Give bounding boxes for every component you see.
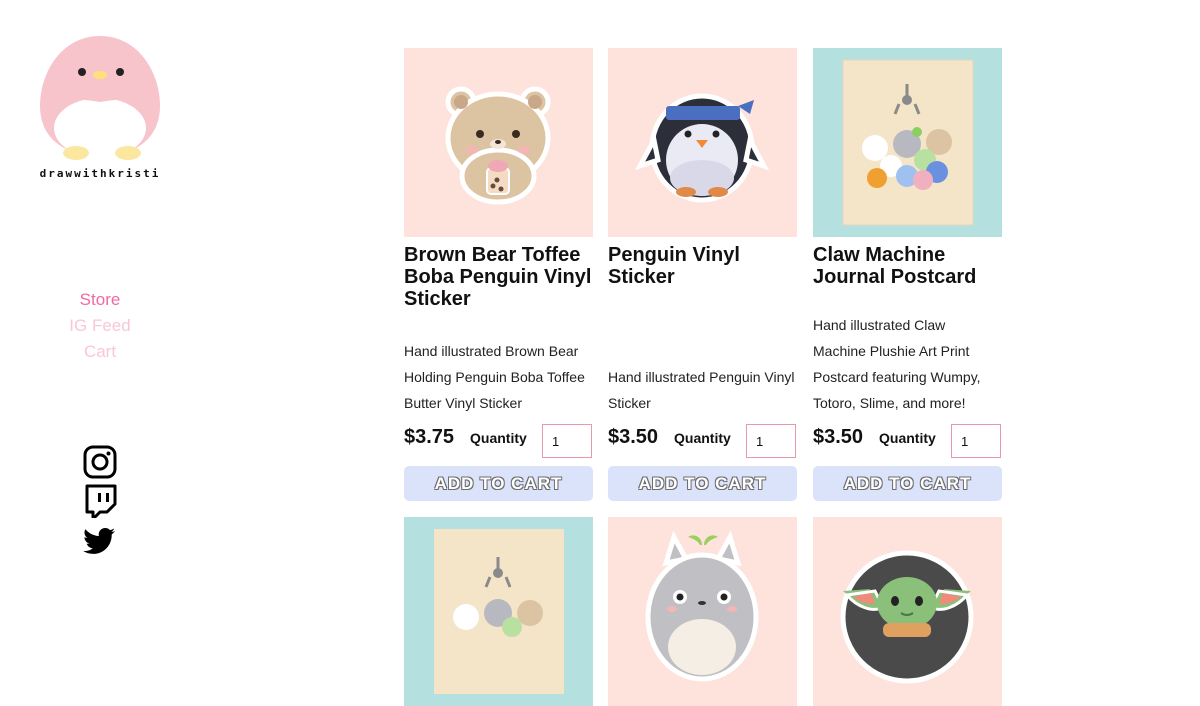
product-image[interactable] <box>813 517 1002 706</box>
quantity-label: Quantity <box>470 430 527 446</box>
baby-yoda-sticker-icon <box>840 550 974 684</box>
product-card <box>404 517 593 706</box>
brand-logo-text: drawwithkristi <box>39 167 161 180</box>
quantity-input[interactable] <box>746 424 796 458</box>
product-price: $3.75 <box>404 426 455 448</box>
nav-item-ig-feed[interactable]: IG Feed <box>40 313 160 339</box>
product-description: Hand illustrated Claw Machine Plushie Ar… <box>813 317 981 411</box>
brand-logo[interactable]: drawwithkristi <box>36 34 164 184</box>
product-image[interactable] <box>608 48 797 237</box>
product-description: Hand illustrated Penguin Vinyl Sticker <box>608 369 795 411</box>
product-card <box>813 517 1002 706</box>
product-image[interactable] <box>813 48 1002 237</box>
quantity-input[interactable] <box>542 424 592 458</box>
product-description: Hand illustrated Brown Bear Holding Peng… <box>404 343 585 411</box>
social-links <box>83 445 117 562</box>
totoro-sticker-icon <box>645 530 759 682</box>
twitter-icon[interactable] <box>83 523 117 557</box>
nav-item-store[interactable]: Store <box>40 287 160 313</box>
product-card: Brown Bear Toffee Boba Penguin Vinyl Sti… <box>404 48 593 501</box>
product-card: Penguin Vinyl Sticker Hand illustrated P… <box>608 48 797 501</box>
product-image[interactable] <box>404 48 593 237</box>
instagram-icon[interactable] <box>83 445 117 479</box>
nav-item-cart[interactable]: Cart <box>40 339 160 365</box>
twitch-icon[interactable] <box>83 484 117 518</box>
add-to-cart-button[interactable]: ADD TO CART <box>608 466 797 501</box>
product-price: $3.50 <box>608 426 659 448</box>
claw-machine-postcard-icon <box>842 59 974 226</box>
quantity-label: Quantity <box>879 430 936 446</box>
product-price: $3.50 <box>813 426 864 448</box>
product-card <box>608 517 797 706</box>
product-image[interactable] <box>404 517 593 706</box>
product-title[interactable]: Claw Machine Journal Postcard <box>813 244 1005 288</box>
product-card: Claw Machine Journal Postcard Hand illus… <box>813 48 1002 501</box>
product-title[interactable]: Penguin Vinyl Sticker <box>608 244 800 288</box>
product-image[interactable] <box>608 517 797 706</box>
claw-machine-print-icon <box>434 529 564 694</box>
penguin-sticker-icon <box>634 93 770 203</box>
add-to-cart-button[interactable]: ADD TO CART <box>813 466 1002 501</box>
quantity-input[interactable] <box>951 424 1001 458</box>
main-nav: Store IG Feed Cart <box>40 287 160 365</box>
bear-boba-sticker-icon <box>445 86 551 205</box>
penguin-logo-icon <box>40 36 160 160</box>
product-title[interactable]: Brown Bear Toffee Boba Penguin Vinyl Sti… <box>404 244 596 310</box>
quantity-label: Quantity <box>674 430 731 446</box>
add-to-cart-button[interactable]: ADD TO CART <box>404 466 593 501</box>
